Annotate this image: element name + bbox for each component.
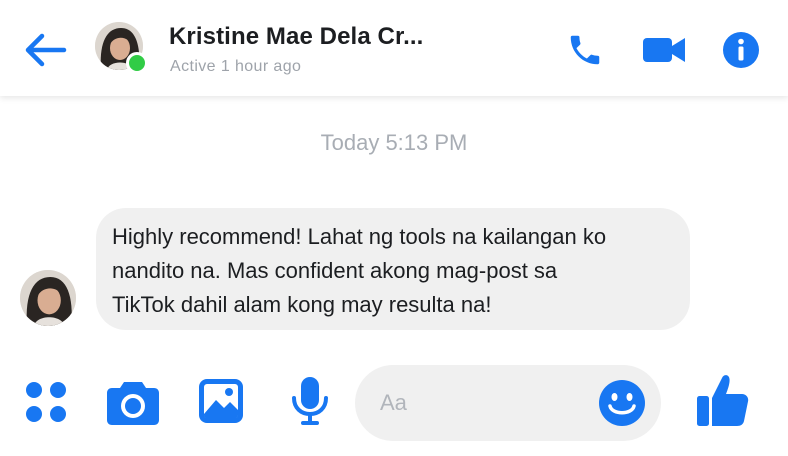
message-input[interactable]	[380, 385, 580, 421]
online-status-indicator	[126, 52, 148, 74]
back-button[interactable]	[22, 30, 68, 70]
voice-call-button[interactable]	[566, 31, 604, 69]
message-composer	[355, 365, 661, 441]
video-call-button[interactable]	[642, 34, 686, 66]
conversation-info-button[interactable]	[722, 31, 760, 69]
phone-icon	[570, 35, 600, 65]
camera-icon	[107, 382, 159, 425]
contact-name[interactable]: Kristine Mae Dela Cr...	[169, 23, 423, 51]
video-camera-icon	[643, 38, 685, 62]
sender-photo	[20, 270, 76, 326]
info-icon	[723, 32, 759, 68]
sender-avatar[interactable]	[20, 270, 76, 326]
voice-message-button[interactable]	[290, 376, 330, 426]
arrow-left-icon	[25, 33, 67, 67]
emoji-button[interactable]	[598, 379, 646, 427]
gallery-icon	[199, 379, 243, 423]
messenger-chat-screen: Kristine Mae Dela Cr... Active 1 hour ag…	[0, 0, 788, 456]
emoji-icon	[599, 380, 645, 426]
gallery-button[interactable]	[198, 378, 244, 424]
contact-active-status: Active 1 hour ago	[170, 58, 302, 75]
microphone-icon	[292, 377, 328, 425]
thumbs-up-icon	[697, 375, 749, 426]
message-timestamp: Today 5:13 PM	[320, 130, 468, 155]
send-like-button[interactable]	[696, 372, 750, 428]
message-line: TikTok dahil alam kong may resulta na!	[112, 292, 492, 317]
camera-button[interactable]	[106, 378, 160, 426]
menu-dots-icon	[26, 382, 66, 422]
message-line: Highly recommend! Lahat ng tools na kail…	[112, 224, 607, 249]
message-bubble[interactable]: Highly recommend! Lahat ng tools na kail…	[96, 208, 690, 330]
chat-header: Kristine Mae Dela Cr... Active 1 hour ag…	[0, 0, 788, 96]
more-actions-button[interactable]	[24, 380, 68, 424]
message-line: nandito na. Mas confident akong mag-post…	[112, 258, 558, 283]
